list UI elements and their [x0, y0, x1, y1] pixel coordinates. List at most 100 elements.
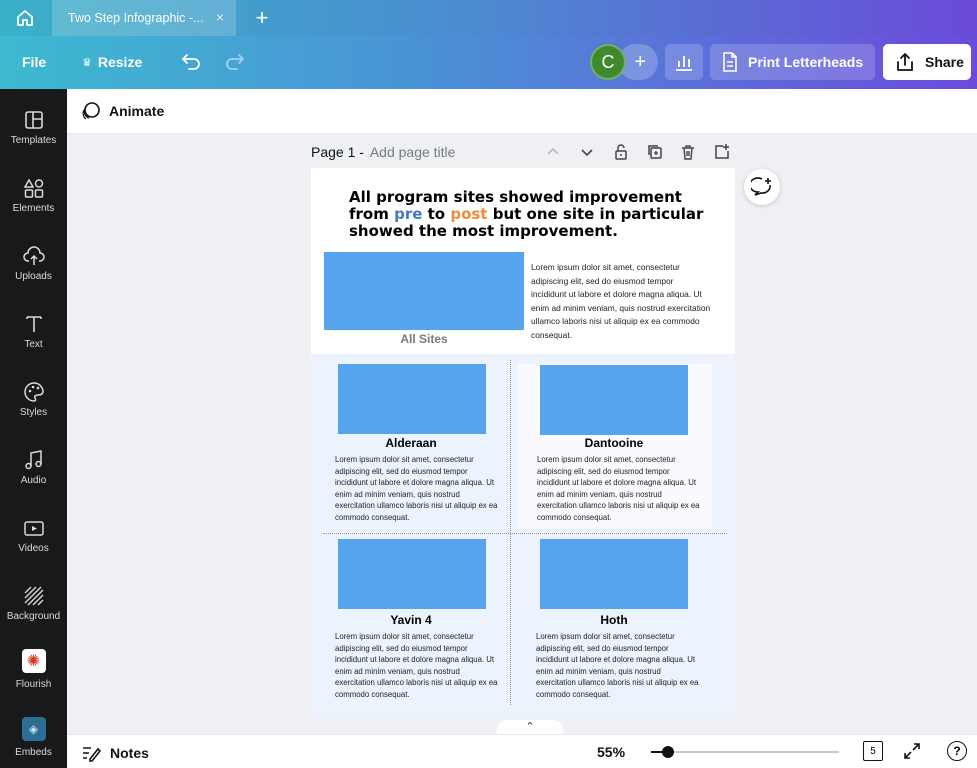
document-icon	[723, 52, 737, 72]
page-up-button[interactable]	[544, 143, 564, 161]
page-title-input[interactable]: Add page title	[370, 144, 456, 160]
page-count-button[interactable]: 5	[863, 741, 883, 761]
add-comment-button[interactable]	[744, 169, 780, 205]
duplicate-page-button[interactable]	[646, 143, 666, 161]
embeds-icon: ◈	[21, 717, 46, 741]
new-tab-button[interactable]: +	[248, 4, 276, 32]
grid-divider-horizontal	[323, 533, 727, 534]
music-note-icon	[24, 450, 42, 470]
sidebar-item-label: Embeds	[15, 747, 52, 758]
delete-page-button[interactable]	[679, 143, 699, 161]
show-pages-toggle[interactable]: ⌃	[497, 720, 563, 734]
trash-icon	[682, 145, 694, 160]
headline-post-word: post	[450, 205, 488, 223]
animate-icon	[82, 102, 100, 120]
image-placeholder-yavin-4[interactable]	[338, 539, 486, 609]
sidebar-item-uploads[interactable]: Uploads	[0, 239, 67, 299]
page-number: Page 1 -	[311, 144, 364, 160]
add-page-icon	[715, 144, 729, 159]
tab-document[interactable]: Two Step Infographic -... ×	[52, 0, 236, 36]
image-placeholder-alderaan[interactable]	[338, 364, 486, 434]
sidebar-item-label: Styles	[19, 407, 48, 418]
headline-part: to	[422, 205, 451, 223]
top-toolbar: File ♛ Resize + C Print Letterheads Shar…	[0, 36, 977, 89]
cell-title-alderaan[interactable]: Alderaan	[326, 436, 496, 450]
notes-icon	[83, 747, 101, 762]
undo-button[interactable]	[180, 51, 202, 76]
sidebar-item-flourish[interactable]: ✺ Flourish	[0, 645, 67, 705]
chevron-up-icon: ⌃	[525, 721, 535, 733]
sidebar-item-label: Audio	[20, 475, 47, 486]
insights-button[interactable]	[665, 44, 703, 80]
crown-icon: ♛	[82, 56, 92, 69]
sidebar-item-elements[interactable]: Elements	[0, 171, 67, 231]
fullscreen-button[interactable]	[903, 742, 921, 760]
home-button[interactable]	[0, 0, 50, 36]
sidebar-item-audio[interactable]: Audio	[0, 443, 67, 503]
sidebar-item-label: Elements	[12, 203, 55, 214]
image-placeholder-hoth[interactable]	[540, 539, 688, 609]
file-menu-button[interactable]: File	[22, 54, 46, 70]
uploads-icon	[22, 246, 45, 265]
zoom-slider[interactable]	[651, 746, 839, 758]
print-letterheads-button[interactable]: Print Letterheads	[710, 44, 875, 80]
zoom-slider-handle[interactable]	[662, 746, 674, 758]
sidebar-item-styles[interactable]: Styles	[0, 375, 67, 435]
cell-title-dantooine[interactable]: Dantooine	[529, 436, 699, 450]
design-canvas[interactable]: All program sites showed improvement fro…	[311, 168, 735, 718]
resize-label: Resize	[97, 54, 143, 70]
tab-bar: Two Step Infographic -... × +	[0, 0, 977, 36]
background-icon	[24, 586, 43, 606]
notes-button[interactable]: Notes	[81, 744, 149, 762]
sidebar-item-text[interactable]: Text	[0, 307, 67, 367]
page-down-button[interactable]	[578, 143, 598, 161]
cell-text-dantooine[interactable]: Lorem ipsum dolor sit amet, consectetur …	[537, 454, 702, 524]
sidebar-item-label: Text	[24, 339, 43, 350]
headline-pre-word: pre	[394, 205, 423, 223]
help-button[interactable]: ?	[947, 741, 967, 761]
home-icon	[17, 10, 33, 26]
headline-text[interactable]: All program sites showed improvement fro…	[349, 189, 719, 240]
cell-text-yavin-4[interactable]: Lorem ipsum dolor sit amet, consectetur …	[335, 631, 500, 701]
sidebar-item-label: Videos	[18, 543, 49, 554]
all-sites-label[interactable]: All Sites	[324, 332, 524, 346]
zoom-level[interactable]: 55%	[597, 744, 625, 760]
tab-title: Two Step Infographic -...	[68, 11, 204, 25]
share-icon	[897, 52, 913, 71]
sidebar-item-label: Background	[6, 611, 61, 622]
cell-title-yavin-4[interactable]: Yavin 4	[326, 613, 496, 627]
animate-button[interactable]: Animate	[81, 101, 164, 121]
video-icon	[23, 521, 44, 536]
expand-icon	[904, 743, 920, 759]
sidebar-item-embeds[interactable]: ◈ Embeds	[0, 713, 67, 768]
text-icon	[25, 316, 42, 332]
intro-paragraph[interactable]: Lorem ipsum dolor sit amet, consectetur …	[531, 261, 711, 343]
comment-add-icon	[751, 177, 771, 196]
image-placeholder-dantooine[interactable]	[540, 365, 688, 435]
sidebar-item-label: Uploads	[15, 271, 52, 282]
cell-text-hoth[interactable]: Lorem ipsum dolor sit amet, consectetur …	[536, 631, 701, 701]
bottom-bar: Notes 55% 5 ?	[67, 734, 977, 768]
lock-page-button[interactable]	[612, 143, 632, 161]
elements-icon	[23, 178, 43, 198]
animate-label: Animate	[109, 103, 165, 119]
undo-icon	[181, 54, 200, 70]
page-label: Page 1 - Add page title	[311, 144, 455, 160]
sidebar-item-templates[interactable]: Templates	[0, 103, 67, 163]
resize-button[interactable]: ♛ Resize	[82, 54, 142, 70]
flourish-icon: ✺	[21, 649, 46, 673]
cell-title-hoth[interactable]: Hoth	[529, 613, 699, 627]
cell-text-alderaan[interactable]: Lorem ipsum dolor sit amet, consectetur …	[335, 454, 500, 524]
chevron-up-icon	[547, 147, 559, 155]
page-header: Page 1 - Add page title	[311, 143, 741, 163]
close-icon[interactable]: ×	[216, 9, 224, 25]
redo-button[interactable]	[224, 51, 246, 76]
avatar[interactable]: C	[590, 44, 626, 80]
share-button[interactable]: Share	[883, 44, 971, 80]
sidebar-item-background[interactable]: Background	[0, 579, 67, 639]
add-page-button[interactable]	[713, 143, 733, 161]
left-sidebar: Templates Elements Uploads Text Styles A…	[0, 89, 67, 768]
image-placeholder-all-sites[interactable]	[324, 252, 524, 330]
sidebar-item-label: Flourish	[15, 679, 52, 690]
sidebar-item-videos[interactable]: Videos	[0, 511, 67, 571]
